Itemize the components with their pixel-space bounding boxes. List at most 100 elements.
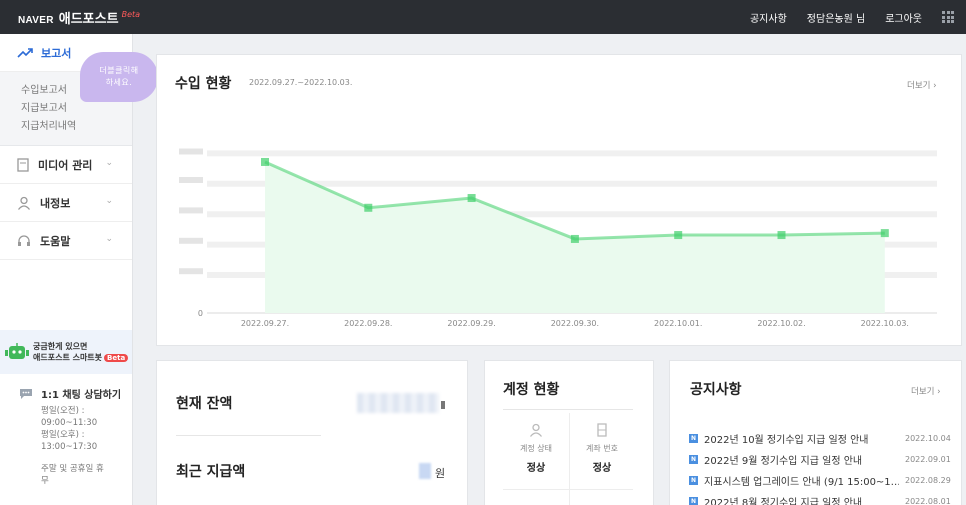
y-tick-blurred xyxy=(179,177,203,183)
x-tick-label: 2022.09.30. xyxy=(551,319,599,328)
notice-n-icon: N xyxy=(689,497,698,505)
notice-item[interactable]: N 2022년 9월 정기수입 지급 일정 안내 2022.09.01 xyxy=(689,449,951,470)
beta-mark: Beta xyxy=(121,9,141,19)
submenu-payment-report[interactable]: 지급보고서 xyxy=(21,100,132,118)
chevron-down-icon: ⌄ xyxy=(105,158,113,168)
hint-bubble-line: 더블클릭해 xyxy=(99,66,139,75)
service-name: 애드포스트 xyxy=(58,11,119,27)
x-tick-label: 2022.09.29. xyxy=(447,319,495,328)
chat-title: 1:1 채팅 상담하기 xyxy=(41,390,122,401)
x-tick-label: 2022.10.03. xyxy=(861,319,909,328)
headset-icon xyxy=(18,234,30,246)
document-icon xyxy=(17,157,29,172)
apps-grid-icon[interactable] xyxy=(942,11,954,23)
sidebar-item-media[interactable]: 미디어 관리 ⌄ xyxy=(0,146,132,184)
notice-item[interactable]: N 2022년 10월 정기수입 지급 일정 안내 2022.10.04 xyxy=(689,428,951,449)
notice-card: 공지사항 더보기 › N 2022년 10월 정기수입 지급 일정 안내 202… xyxy=(669,360,962,505)
account-number-label: 계좌 번호 xyxy=(586,444,618,453)
logout-link[interactable]: 로그아웃 xyxy=(885,10,922,25)
notice-n-icon: N xyxy=(689,434,698,443)
x-tick-label: 2022.09.28. xyxy=(344,319,392,328)
more-label: 더보기 xyxy=(911,387,935,397)
notice-title: 공지사항 xyxy=(690,382,742,398)
notice-item-title: 2022년 9월 정기수입 지급 일정 안내 xyxy=(704,456,863,467)
top-nav: 공지사항 정담은농원 님 로그아웃 xyxy=(750,0,966,34)
y-tick-blurred xyxy=(179,148,203,155)
notice-item-date: 2022.08.29 xyxy=(905,476,951,485)
hint-bubble: 더블클릭해 하세요. xyxy=(80,52,158,102)
chat-hours-line: 주말 및 공휴일 휴 xyxy=(41,464,104,474)
notice-item-date: 2022.09.01 xyxy=(905,455,951,464)
divider xyxy=(503,489,633,490)
smartbot-name: 애드포스트 스마트봇 xyxy=(33,352,103,362)
account-status: 계정 상태 정상 xyxy=(503,423,569,474)
smartbot-banner[interactable]: 궁금한게 있으면 애드포스트 스마트봇 Beta xyxy=(0,330,132,374)
chat-hours-spacer xyxy=(41,453,121,463)
data-point xyxy=(880,229,889,238)
data-point xyxy=(261,157,269,166)
sidebar-item-myinfo[interactable]: 내정보 ⌄ xyxy=(0,184,132,222)
recent-payment-value-blurred xyxy=(419,463,431,479)
current-balance-value-blurred xyxy=(357,393,439,413)
notice-item-title: 2022년 8월 정기수입 지급 일정 안내 xyxy=(704,498,863,505)
chat-hours-line: 13:00~17:30 xyxy=(41,442,98,452)
chat-hours-line: 09:00~11:30 xyxy=(41,418,98,428)
chevron-down-icon: ⌄ xyxy=(105,196,113,206)
notice-list: N 2022년 10월 정기수입 지급 일정 안내 2022.10.04 N 2… xyxy=(689,428,951,505)
sidebar-item-label: 미디어 관리 xyxy=(38,158,93,172)
x-tick-label: 2022.09.27. xyxy=(241,319,289,328)
x-tick-label: 2022.10.02. xyxy=(757,319,805,328)
divider xyxy=(503,409,633,410)
brand-logo[interactable]: NAVER 애드포스트 Beta xyxy=(18,8,140,27)
hint-bubble-line: 하세요. xyxy=(105,78,133,87)
chat-hours-line: 평일(오후) : xyxy=(41,430,85,440)
bank-card-icon xyxy=(597,423,607,437)
chat-bubble-icon xyxy=(20,388,32,399)
notice-n-icon: N xyxy=(689,455,698,464)
notice-more-link[interactable]: 더보기 › xyxy=(911,385,941,397)
beta-badge: Beta xyxy=(104,353,129,362)
sidebar-item-label: 보고서 xyxy=(41,46,72,60)
robot-icon xyxy=(5,343,29,359)
account-status-card: 계정 현황 계정 상태 정상 계좌 번호 정상 xyxy=(484,360,654,505)
data-point xyxy=(364,203,373,212)
account-status-label: 계정 상태 xyxy=(520,444,552,453)
y-tick-blurred xyxy=(179,268,203,275)
notice-item-date: 2022.10.04 xyxy=(905,434,951,443)
submenu-payment-history[interactable]: 지급처리내역 xyxy=(21,118,132,136)
account-number-status: 계좌 번호 정상 xyxy=(569,423,635,474)
recent-payment-label: 최근 지급액 xyxy=(176,464,246,480)
sidebar: 보고서 수입보고서 지급보고서 지급처리내역 미디어 관리 ⌄ 내정보 ⌄ 도움… xyxy=(0,34,133,505)
account-number-value: 정상 xyxy=(592,463,612,474)
smartbot-line2: 애드포스트 스마트봇 Beta xyxy=(33,352,129,364)
notice-item-title: 지표시스템 업그레이드 안내 (9/1 15:00~1… xyxy=(704,477,899,488)
chat-hours-line: 무 xyxy=(41,476,49,486)
smartbot-line1: 궁금한게 있으면 xyxy=(33,341,88,351)
balance-unit-mark xyxy=(441,401,445,409)
data-point xyxy=(467,194,476,203)
y-tick-blurred xyxy=(179,237,203,244)
balance-card: 현재 잔액 최근 지급액 원 xyxy=(156,360,468,505)
notice-item[interactable]: N 2022년 8월 정기수입 지급 일정 안내 2022.08.01 xyxy=(689,491,951,505)
trend-chart-icon xyxy=(17,47,33,58)
sidebar-item-help[interactable]: 도움말 ⌄ xyxy=(0,222,132,260)
sidebar-item-label: 도움말 xyxy=(40,234,71,248)
won-unit: 원 xyxy=(435,467,446,480)
notice-item[interactable]: N 지표시스템 업그레이드 안내 (9/1 15:00~1… 2022.08.2… xyxy=(689,470,951,491)
notice-item-date: 2022.08.01 xyxy=(905,497,951,505)
y-tick-label: 0 xyxy=(198,309,203,318)
notice-link[interactable]: 공지사항 xyxy=(750,10,787,25)
top-bar: NAVER 애드포스트 Beta 공지사항 정담은농원 님 로그아웃 xyxy=(0,0,966,34)
current-balance-label: 현재 잔액 xyxy=(176,396,233,412)
account-status-value: 정상 xyxy=(526,463,546,474)
user-name-link[interactable]: 정담은농원 님 xyxy=(807,10,865,25)
sidebar-item-label: 내정보 xyxy=(40,196,71,210)
chat-support[interactable]: 1:1 채팅 상담하기 평일(오전) : 09:00~11:30 평일(오후) … xyxy=(19,386,121,487)
chat-hours: 평일(오전) : 09:00~11:30 평일(오후) : 13:00~17:3… xyxy=(41,405,121,487)
income-status-card: 수입 현황 2022.09.27.~2022.10.03. 더보기 › 2022… xyxy=(156,54,962,346)
data-point xyxy=(777,231,786,240)
divider xyxy=(176,435,321,436)
chevron-down-icon: ⌄ xyxy=(105,234,113,244)
chat-title-row[interactable]: 1:1 채팅 상담하기 xyxy=(19,386,121,401)
notice-item-title: 2022년 10월 정기수입 지급 일정 안내 xyxy=(704,435,869,446)
